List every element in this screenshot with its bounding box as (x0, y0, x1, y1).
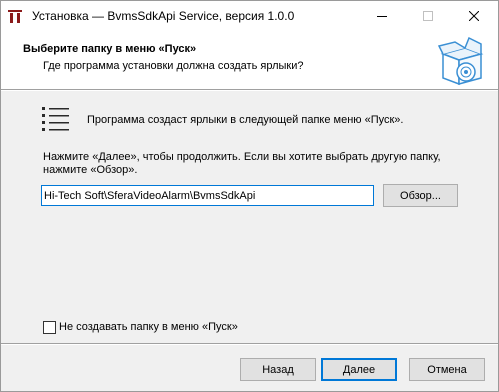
browse-button[interactable]: Обзор... (383, 184, 458, 207)
title-bar[interactable]: Установка — BvmsSdkApi Service, версия 1… (1, 1, 498, 31)
installer-window: Установка — BvmsSdkApi Service, версия 1… (0, 0, 499, 392)
close-button[interactable] (451, 1, 497, 31)
window-title: Установка — BvmsSdkApi Service, версия 1… (32, 9, 295, 23)
back-button[interactable]: Назад (240, 358, 316, 381)
list-icon (41, 105, 71, 135)
footer-divider (1, 343, 498, 345)
cancel-button[interactable]: Отмена (409, 358, 485, 381)
no-create-folder-checkbox[interactable] (43, 321, 56, 334)
header-divider (1, 89, 498, 91)
setup-box-icon (435, 36, 487, 88)
page-subtitle: Где программа установки должна создать я… (43, 60, 304, 72)
instructions-text: Нажмите «Далее», чтобы продолжить. Если … (43, 151, 441, 176)
no-create-folder-label[interactable]: Не создавать папку в меню «Пуск» (59, 321, 238, 333)
start-menu-folder-input[interactable] (41, 185, 374, 206)
minimize-button[interactable] (359, 1, 405, 31)
info-text: Программа создаст ярлыки в следующей пап… (87, 114, 404, 126)
next-button[interactable]: Далее (321, 358, 397, 381)
page-title: Выберите папку в меню «Пуск» (23, 43, 197, 55)
wizard-header: Выберите папку в меню «Пуск» Где програм… (1, 31, 498, 89)
close-icon (469, 11, 479, 21)
installer-icon (7, 9, 23, 24)
maximize-button[interactable] (405, 1, 451, 31)
minimize-icon (377, 16, 387, 17)
maximize-icon (423, 11, 433, 21)
